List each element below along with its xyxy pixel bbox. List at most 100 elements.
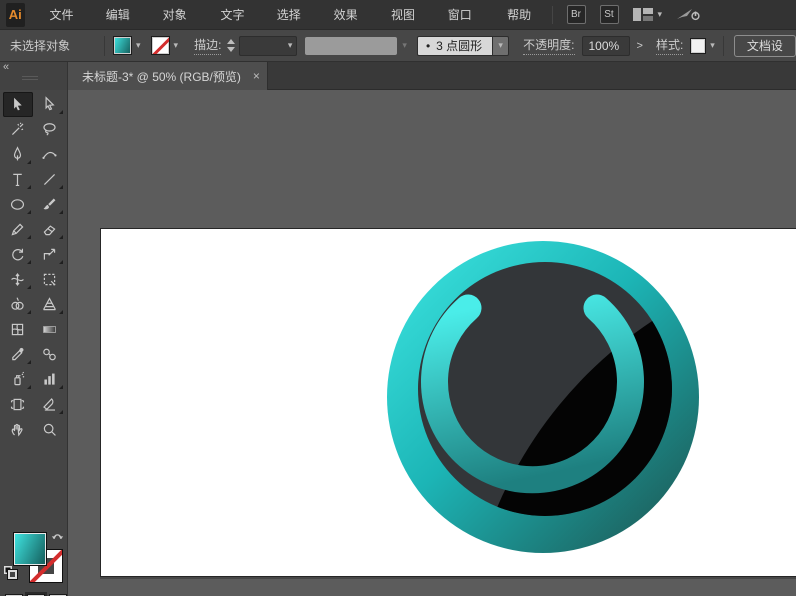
stroke-color-swatch[interactable] bbox=[151, 36, 170, 55]
gradient-tool[interactable] bbox=[35, 317, 65, 342]
menu-item-file[interactable]: 文件(F) bbox=[37, 0, 93, 30]
document-tab-title: 未标题-3* @ 50% (RGB/预览) bbox=[82, 68, 241, 85]
stroke-weight-field[interactable]: ▾ bbox=[239, 36, 297, 56]
stepper-up-icon[interactable] bbox=[227, 39, 235, 44]
chevron-down-icon: ▾ bbox=[658, 10, 663, 19]
separator bbox=[104, 36, 105, 56]
paintbrush-tool[interactable] bbox=[35, 192, 65, 217]
style-label[interactable]: 样式: bbox=[656, 36, 683, 55]
menu-item-help[interactable]: 帮助(H) bbox=[494, 0, 551, 30]
shape-builder-icon bbox=[9, 296, 26, 313]
scale-tool[interactable] bbox=[35, 242, 65, 267]
selection-tool[interactable] bbox=[3, 92, 33, 117]
menu-item-object[interactable]: 对象(O) bbox=[150, 0, 208, 30]
stepper-down-icon[interactable] bbox=[227, 47, 235, 52]
line-segment-tool[interactable] bbox=[35, 167, 65, 192]
direct-selection-icon bbox=[41, 96, 58, 113]
ellipse-icon bbox=[9, 196, 26, 213]
hand-tool[interactable] bbox=[3, 417, 33, 442]
fill-stroke-cluster bbox=[0, 528, 68, 588]
chevron-down-icon: ▾ bbox=[402, 41, 407, 50]
selection-status: 未选择对象 bbox=[10, 37, 96, 54]
zoom-icon bbox=[41, 421, 58, 438]
width-icon bbox=[9, 271, 26, 288]
artboard-tool[interactable] bbox=[3, 392, 33, 417]
eyedropper-tool[interactable] bbox=[3, 342, 33, 367]
stroke-weight-label[interactable]: 描边: bbox=[194, 36, 221, 55]
type-tool[interactable] bbox=[3, 167, 33, 192]
control-bar: 未选择对象 ▾ ▾ 描边: ▾ ▾ • 3 点圆形 ▾ 不透明度: 100% >… bbox=[0, 30, 796, 62]
menu-item-type[interactable]: 文字(T) bbox=[207, 0, 263, 30]
width-profile-dropdown[interactable] bbox=[305, 37, 397, 55]
menu-item-view[interactable]: 视图(V) bbox=[378, 0, 435, 30]
menu-item-window[interactable]: 窗口(W) bbox=[435, 0, 494, 30]
default-fill-stroke-icon[interactable] bbox=[4, 566, 18, 580]
column-graph-icon bbox=[41, 371, 58, 388]
stroke-chevron-icon[interactable]: ▾ bbox=[174, 41, 179, 50]
symbol-sprayer-tool[interactable] bbox=[3, 367, 33, 392]
pen-icon bbox=[9, 146, 26, 163]
pencil-tool[interactable] bbox=[3, 217, 33, 242]
close-tab-icon[interactable]: × bbox=[253, 69, 260, 83]
chevron-down-icon[interactable]: ▾ bbox=[288, 41, 293, 50]
brush-chevron-icon[interactable]: ▾ bbox=[493, 36, 509, 56]
separator bbox=[552, 6, 553, 24]
zoom-tool[interactable] bbox=[35, 417, 65, 442]
width-tool[interactable] bbox=[3, 267, 33, 292]
column-graph-tool[interactable] bbox=[35, 367, 65, 392]
magic-wand-tool[interactable] bbox=[3, 117, 33, 142]
slice-tool[interactable] bbox=[35, 392, 65, 417]
opacity-more-arrow[interactable]: > bbox=[637, 40, 643, 52]
perspective-grid-tool[interactable] bbox=[35, 292, 65, 317]
power-button-artwork[interactable] bbox=[382, 238, 704, 560]
opacity-label[interactable]: 不透明度: bbox=[523, 36, 574, 55]
stroke-weight-stepper[interactable] bbox=[227, 39, 235, 52]
style-swatch[interactable] bbox=[690, 38, 706, 54]
menu-item-edit[interactable]: 编辑(E) bbox=[93, 0, 150, 30]
collapse-panel-icon[interactable]: « bbox=[3, 61, 9, 73]
line-segment-icon bbox=[41, 171, 58, 188]
brush-definition-dropdown[interactable]: • 3 点圆形 bbox=[417, 36, 493, 56]
fill-color-swatch[interactable] bbox=[113, 36, 132, 55]
document-tab[interactable]: 未标题-3* @ 50% (RGB/预览) × bbox=[68, 62, 268, 90]
blend-icon bbox=[41, 346, 58, 363]
style-chevron-icon[interactable]: ▾ bbox=[710, 41, 715, 50]
hand-icon bbox=[9, 421, 26, 438]
brush-name: 3 点圆形 bbox=[436, 37, 482, 54]
free-transform-icon bbox=[41, 271, 58, 288]
gradient-icon bbox=[41, 321, 58, 338]
menu-item-select[interactable]: 选择(S) bbox=[264, 0, 321, 30]
opacity-field[interactable]: 100% bbox=[582, 36, 630, 56]
menu-item-effect[interactable]: 效果(C) bbox=[321, 0, 378, 30]
fill-chevron-icon[interactable]: ▾ bbox=[136, 41, 141, 50]
app-logo[interactable]: Ai bbox=[6, 3, 25, 27]
direct-selection-tool[interactable] bbox=[35, 92, 65, 117]
tool-grid bbox=[0, 90, 67, 442]
free-transform-tool[interactable] bbox=[35, 267, 65, 292]
eraser-tool[interactable] bbox=[35, 217, 65, 242]
paint-type-row bbox=[0, 591, 68, 596]
eyedropper-icon bbox=[9, 346, 26, 363]
rotate-tool[interactable] bbox=[3, 242, 33, 267]
blend-tool[interactable] bbox=[35, 342, 65, 367]
stock-button[interactable]: St bbox=[600, 5, 619, 24]
pen-tool[interactable] bbox=[3, 142, 33, 167]
lasso-tool[interactable] bbox=[35, 117, 65, 142]
ellipse-tool[interactable] bbox=[3, 192, 33, 217]
curvature-tool[interactable] bbox=[35, 142, 65, 167]
mesh-icon bbox=[9, 321, 26, 338]
document-setup-button[interactable]: 文档设 bbox=[734, 35, 796, 57]
panel-grip[interactable] bbox=[22, 76, 38, 80]
workspace-switcher[interactable]: ▾ bbox=[633, 8, 663, 21]
scale-icon bbox=[41, 246, 58, 263]
canvas-area[interactable] bbox=[68, 90, 796, 596]
mesh-tool[interactable] bbox=[3, 317, 33, 342]
swap-fill-stroke-icon[interactable] bbox=[51, 530, 64, 543]
shape-builder-tool[interactable] bbox=[3, 292, 33, 317]
paintbrush-icon bbox=[41, 196, 58, 213]
fill-color-indicator[interactable] bbox=[13, 532, 47, 566]
bridge-button[interactable]: Br bbox=[567, 5, 586, 24]
gpu-performance-rocket-icon[interactable] bbox=[676, 7, 700, 22]
slice-icon bbox=[41, 396, 58, 413]
tools-panel-header: « bbox=[0, 62, 68, 90]
